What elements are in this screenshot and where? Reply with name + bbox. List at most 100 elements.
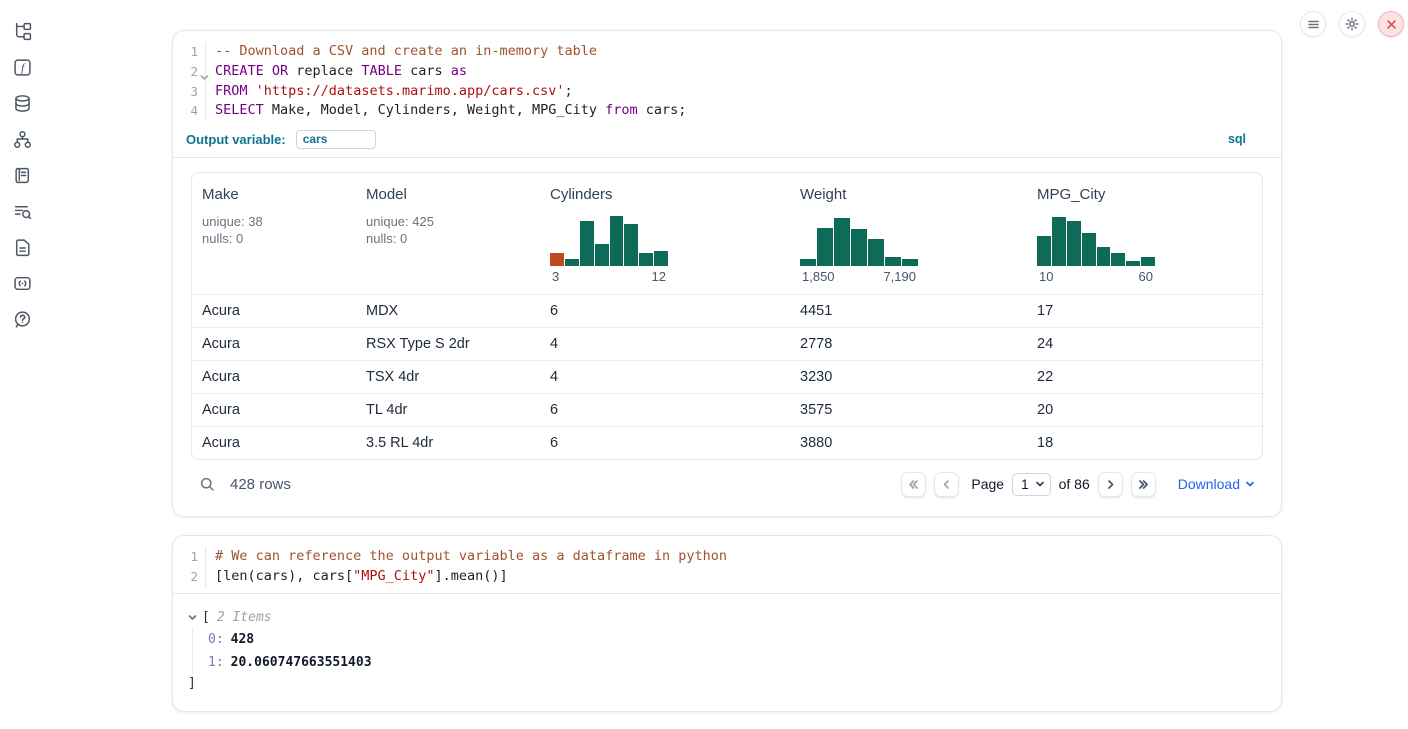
histogram-bar: [1111, 253, 1125, 266]
entry-key: 0:: [208, 632, 224, 647]
code-token: 'https://datasets.marimo.app/cars.csv': [256, 83, 565, 99]
bracket-open: [: [202, 610, 210, 625]
histogram-bar: [1141, 257, 1155, 266]
column-header-cylinders[interactable]: Cylinders 312: [540, 173, 790, 294]
histogram-bar: [885, 257, 901, 266]
column-header-make[interactable]: Make unique: 38nulls: 0: [192, 173, 356, 294]
list-search-icon[interactable]: [13, 202, 32, 221]
code-line: 4 SELECT Make, Model, Cylinders, Weight,…: [173, 101, 1281, 121]
search-icon[interactable]: [199, 476, 216, 493]
table-row: AcuraRSX Type S 2dr4277824: [192, 327, 1262, 360]
language-badge: sql: [1228, 132, 1246, 146]
column-name: Weight: [800, 186, 1017, 203]
column-name: MPG_City: [1037, 186, 1252, 203]
histogram-axis-labels: 1060: [1037, 269, 1155, 284]
column-name: Make: [202, 186, 346, 203]
panel-sidebar: f: [0, 22, 44, 329]
column-header-weight[interactable]: Weight 1,8507,190: [790, 173, 1027, 294]
items-count-label: 2 Items: [217, 610, 272, 625]
entry-key: 1:: [208, 655, 224, 670]
documentation-icon[interactable]: [13, 238, 32, 257]
line-number: 2: [173, 567, 206, 587]
column-header-model[interactable]: Model unique: 425nulls: 0: [356, 173, 540, 294]
line-number: 1: [173, 42, 206, 62]
dependency-graph-icon[interactable]: [13, 130, 32, 149]
code-token: [len(cars), cars[: [215, 568, 353, 584]
logs-icon[interactable]: [13, 166, 32, 185]
histogram-bar: [1037, 236, 1051, 266]
fold-chevron-icon[interactable]: [200, 68, 209, 77]
column-name: Cylinders: [550, 186, 780, 203]
shutdown-icon[interactable]: [1378, 11, 1404, 37]
code-line: 1 # We can reference the output variable…: [173, 547, 1281, 567]
gear-icon[interactable]: [1339, 11, 1365, 37]
tree-entries: 0: 428 1: 20.060747663551403: [192, 629, 1265, 674]
data-table: Make unique: 38nulls: 0 Model unique: 42…: [191, 172, 1263, 460]
table-row: AcuraMDX6445117: [192, 294, 1262, 327]
table-row: AcuraTL 4dr6357520: [192, 393, 1262, 426]
histogram-bar: [639, 253, 653, 266]
python-code-editor[interactable]: 1 # We can reference the output variable…: [173, 536, 1281, 587]
histogram-bar: [1067, 221, 1081, 266]
page-select[interactable]: 1: [1012, 473, 1051, 496]
help-icon[interactable]: [13, 310, 32, 329]
histogram-bar: [595, 244, 609, 266]
mpg-city-histogram: 1060: [1037, 214, 1155, 284]
entry-value: 20.060747663551403: [231, 655, 372, 670]
histogram-bar: [1082, 233, 1096, 266]
code-token: SELECT: [215, 102, 264, 118]
histogram-bar: [902, 259, 918, 266]
column-stats: unique: 38nulls: 0: [202, 213, 346, 247]
histogram-bar: [817, 228, 833, 266]
column-name: Model: [366, 186, 530, 203]
tree-entry: 1: 20.060747663551403: [208, 651, 1265, 674]
table-header: Make unique: 38nulls: 0 Model unique: 42…: [192, 173, 1262, 294]
sql-cell: 1 -- Download a CSV and create an in-mem…: [172, 30, 1282, 517]
page-label: Page: [971, 476, 1004, 492]
histogram-bar: [624, 224, 638, 266]
code-token: as: [451, 63, 467, 79]
snippets-icon[interactable]: [13, 274, 32, 293]
line-number: 3: [173, 82, 206, 102]
functions-icon[interactable]: f: [13, 58, 32, 77]
file-tree-icon[interactable]: [13, 22, 32, 41]
tree-entry: 0: 428: [208, 629, 1265, 652]
svg-text:f: f: [21, 62, 26, 75]
sql-output-area: Make unique: 38nulls: 0 Model unique: 42…: [173, 158, 1281, 508]
code-token: CREATE OR: [215, 63, 288, 79]
code-token: "MPG_City": [353, 568, 434, 584]
datasources-icon[interactable]: [13, 94, 32, 113]
code-line: 3 FROM 'https://datasets.marimo.app/cars…: [173, 82, 1281, 102]
table-row: Acura3.5 RL 4dr6388018: [192, 426, 1262, 459]
histogram-bar: [654, 251, 668, 266]
sql-code-editor[interactable]: 1 -- Download a CSV and create an in-mem…: [173, 31, 1281, 121]
column-stats: unique: 425nulls: 0: [366, 213, 530, 247]
histogram-bar: [800, 259, 816, 266]
line-number: 4: [173, 101, 206, 121]
code-token: replace: [288, 63, 361, 79]
column-header-mpg-city[interactable]: MPG_City 1060: [1027, 173, 1262, 294]
code-token: from: [605, 102, 638, 118]
histogram-bar: [610, 216, 624, 266]
row-count: 428 rows: [230, 476, 291, 493]
collapse-chevron-icon[interactable]: [188, 613, 197, 622]
menu-icon[interactable]: [1300, 11, 1326, 37]
table-row: AcuraTSX 4dr4323022: [192, 360, 1262, 393]
code-line: 1 -- Download a CSV and create an in-mem…: [173, 42, 1281, 62]
python-cell: 1 # We can reference the output variable…: [172, 535, 1282, 712]
code-line: 2 CREATE OR replace TABLE cars as: [173, 62, 1281, 82]
first-page-button[interactable]: [901, 472, 926, 497]
next-page-button[interactable]: [1098, 472, 1123, 497]
pagination: Page 1 of 86 Download: [901, 472, 1255, 497]
histogram-bar: [868, 239, 884, 266]
histogram-axis-labels: 312: [550, 269, 668, 284]
histogram-bar: [550, 253, 564, 266]
table-footer: 428 rows Page 1 of 86 Download: [191, 460, 1263, 508]
download-button[interactable]: Download: [1178, 476, 1255, 492]
python-output-tree: [ 2 Items 0: 428 1: 20.060747663551403 ]: [173, 594, 1281, 694]
code-token: # We can reference the output variable a…: [215, 548, 727, 564]
notebook-actions: [1300, 11, 1404, 37]
last-page-button[interactable]: [1131, 472, 1156, 497]
prev-page-button[interactable]: [934, 472, 959, 497]
output-variable-input[interactable]: [296, 130, 376, 149]
